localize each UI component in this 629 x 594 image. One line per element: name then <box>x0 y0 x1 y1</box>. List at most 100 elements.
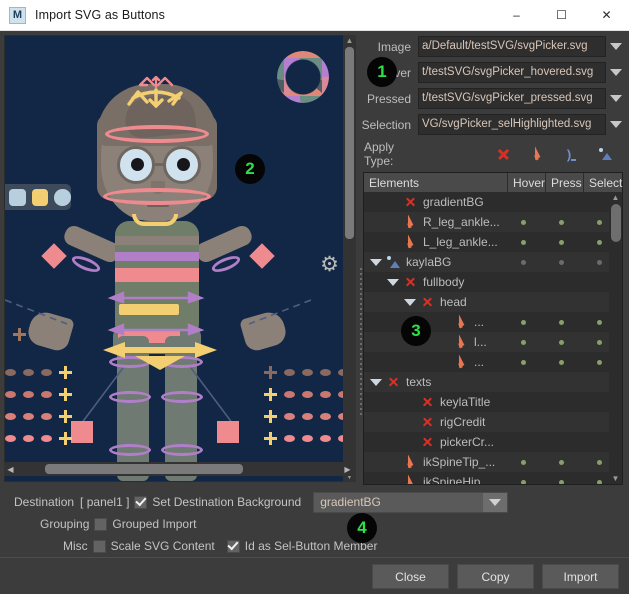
close-window-button[interactable]: ✕ <box>584 0 629 31</box>
canvas-hscroll-thumb[interactable] <box>45 464 243 474</box>
pelvis-control-arrow[interactable] <box>105 323 207 337</box>
import-button[interactable]: Import <box>542 564 619 589</box>
cursor-arrow-icon[interactable] <box>529 146 546 163</box>
hand-ik-control-right[interactable] <box>249 243 274 268</box>
wrist-plus-left[interactable] <box>13 328 26 341</box>
head-control-band[interactable] <box>105 125 209 143</box>
image-input[interactable]: a/Default/testSVG/svgPicker.svg <box>418 36 606 57</box>
selection-dropdown-button[interactable] <box>606 114 625 135</box>
table-row[interactable]: R_leg_ankle... <box>364 212 622 232</box>
hand-ik-control-left[interactable] <box>41 243 66 268</box>
tree-scroll-up-arrow[interactable]: ▲ <box>612 192 620 203</box>
dot-triangle-icon[interactable] <box>385 256 402 269</box>
waist-control-bar[interactable] <box>119 304 179 315</box>
hover-input[interactable]: t/testSVG/svgPicker_hovered.svg <box>418 62 606 83</box>
image-dropdown-button[interactable] <box>606 36 625 57</box>
table-row[interactable]: rigCredit <box>364 412 622 432</box>
close-button[interactable]: Close <box>372 564 449 589</box>
tree-cell-press[interactable] <box>546 260 584 265</box>
grouped-import-checkbox[interactable] <box>94 518 107 531</box>
table-row[interactable]: texts <box>364 372 622 392</box>
tree-vertical-scrollbar[interactable]: ▲ ▼ <box>609 192 622 484</box>
x-mark-icon[interactable] <box>495 146 512 163</box>
ankle-band-right[interactable] <box>161 444 203 456</box>
tree-cell-press[interactable] <box>546 480 584 485</box>
canvas-vertical-scrollbar[interactable]: ▲ ▼ <box>343 35 356 482</box>
table-row[interactable]: ikSpineTip_... <box>364 452 622 472</box>
table-row[interactable]: fullbody <box>364 272 622 292</box>
x-mark-icon[interactable] <box>419 297 436 308</box>
x-mark-icon[interactable] <box>402 197 419 208</box>
hover-dropdown-button[interactable] <box>606 62 625 83</box>
scale-svg-content-checkbox[interactable] <box>93 540 106 553</box>
column-header-hover[interactable]: Hover <box>508 173 546 192</box>
tree-cell-press[interactable] <box>546 240 584 245</box>
set-destination-background-checkbox[interactable] <box>134 496 147 509</box>
tree-cell-hover[interactable] <box>508 480 546 485</box>
tree-cell-hover[interactable] <box>508 220 546 225</box>
minimize-button[interactable]: – <box>494 0 539 31</box>
tree-cell-hover[interactable] <box>508 340 546 345</box>
background-combo-arrow[interactable] <box>483 493 507 512</box>
spine-control-arrow[interactable] <box>105 291 207 305</box>
selection-input[interactable]: VG/svgPicker_selHighlighted.svg <box>418 114 606 135</box>
collar-control[interactable] <box>132 214 178 226</box>
ik-foot-control-left[interactable] <box>71 421 93 443</box>
dot-triangle-icon[interactable] <box>597 146 614 163</box>
expand-collapse-triangle-icon[interactable] <box>404 299 416 306</box>
canvas-horizontal-scrollbar[interactable]: ◀ ▶ <box>4 462 354 476</box>
table-row[interactable]: keylaTitle <box>364 392 622 412</box>
table-row[interactable]: pickerCr... <box>364 432 622 452</box>
table-row[interactable]: gradientBG <box>364 192 622 212</box>
tree-cell-press[interactable] <box>546 460 584 465</box>
x-mark-icon[interactable] <box>419 417 436 428</box>
x-mark-icon[interactable] <box>385 377 402 388</box>
tree-cell-press[interactable] <box>546 340 584 345</box>
maximize-button[interactable]: ☐ <box>539 0 584 31</box>
head-tilt-arrow[interactable] <box>137 76 175 88</box>
pressed-input[interactable]: t/testSVG/svgPicker_pressed.svg <box>418 88 606 109</box>
expand-collapse-triangle-icon[interactable] <box>387 279 399 286</box>
tree-cell-press[interactable] <box>546 360 584 365</box>
ik-foot-control-right[interactable] <box>217 421 239 443</box>
column-header-press[interactable]: Press <box>546 173 584 192</box>
tree-cell-hover[interactable] <box>508 260 546 265</box>
settings-gear-icon[interactable]: ⚙ <box>320 254 339 275</box>
tree-vscroll-thumb[interactable] <box>611 204 621 242</box>
tree-cell-hover[interactable] <box>508 460 546 465</box>
id-as-sel-button-member-checkbox[interactable] <box>227 540 240 553</box>
scroll-left-arrow[interactable]: ◀ <box>4 465 17 474</box>
tree-cell-press[interactable] <box>546 320 584 325</box>
head-rotate-arrow[interactable] <box>125 88 187 108</box>
x-mark-icon[interactable] <box>419 437 436 448</box>
table-row[interactable]: head <box>364 292 622 312</box>
tree-cell-hover[interactable] <box>508 360 546 365</box>
expand-collapse-triangle-icon[interactable] <box>370 259 382 266</box>
color-swatch-bar[interactable] <box>5 184 71 210</box>
canvas-vscroll-thumb[interactable] <box>345 47 354 239</box>
x-mark-icon[interactable] <box>419 397 436 408</box>
table-row[interactable]: kaylaBG <box>364 252 622 272</box>
column-header-elements[interactable]: Elements <box>364 173 508 192</box>
pressed-dropdown-button[interactable] <box>606 88 625 109</box>
background-combo[interactable]: gradientBG <box>313 492 508 513</box>
ankle-band-left[interactable] <box>109 444 151 456</box>
table-row[interactable]: ikSpineHip_... <box>364 472 622 484</box>
neck-control-band[interactable] <box>103 188 211 205</box>
column-header-select[interactable]: Select <box>584 173 622 192</box>
tree-scroll-down-arrow[interactable]: ▼ <box>612 473 620 484</box>
x-mark-icon[interactable] <box>402 277 419 288</box>
tree-cell-press[interactable] <box>546 220 584 225</box>
table-row[interactable]: ... <box>364 352 622 372</box>
expand-collapse-triangle-icon[interactable] <box>370 379 382 386</box>
tree-cell-hover[interactable] <box>508 320 546 325</box>
table-row[interactable]: L_leg_ankle... <box>364 232 622 252</box>
scroll-up-arrow[interactable]: ▲ <box>346 35 354 46</box>
svg-canvas[interactable]: ⚙ <box>4 35 354 482</box>
bracket-icon[interactable]: ) <box>563 146 580 163</box>
tree-cell-hover[interactable] <box>508 240 546 245</box>
finger-controls-right[interactable] <box>264 366 349 445</box>
finger-controls-left[interactable] <box>5 366 72 445</box>
scroll-right-arrow[interactable]: ▶ <box>341 465 354 474</box>
copy-button[interactable]: Copy <box>457 564 534 589</box>
